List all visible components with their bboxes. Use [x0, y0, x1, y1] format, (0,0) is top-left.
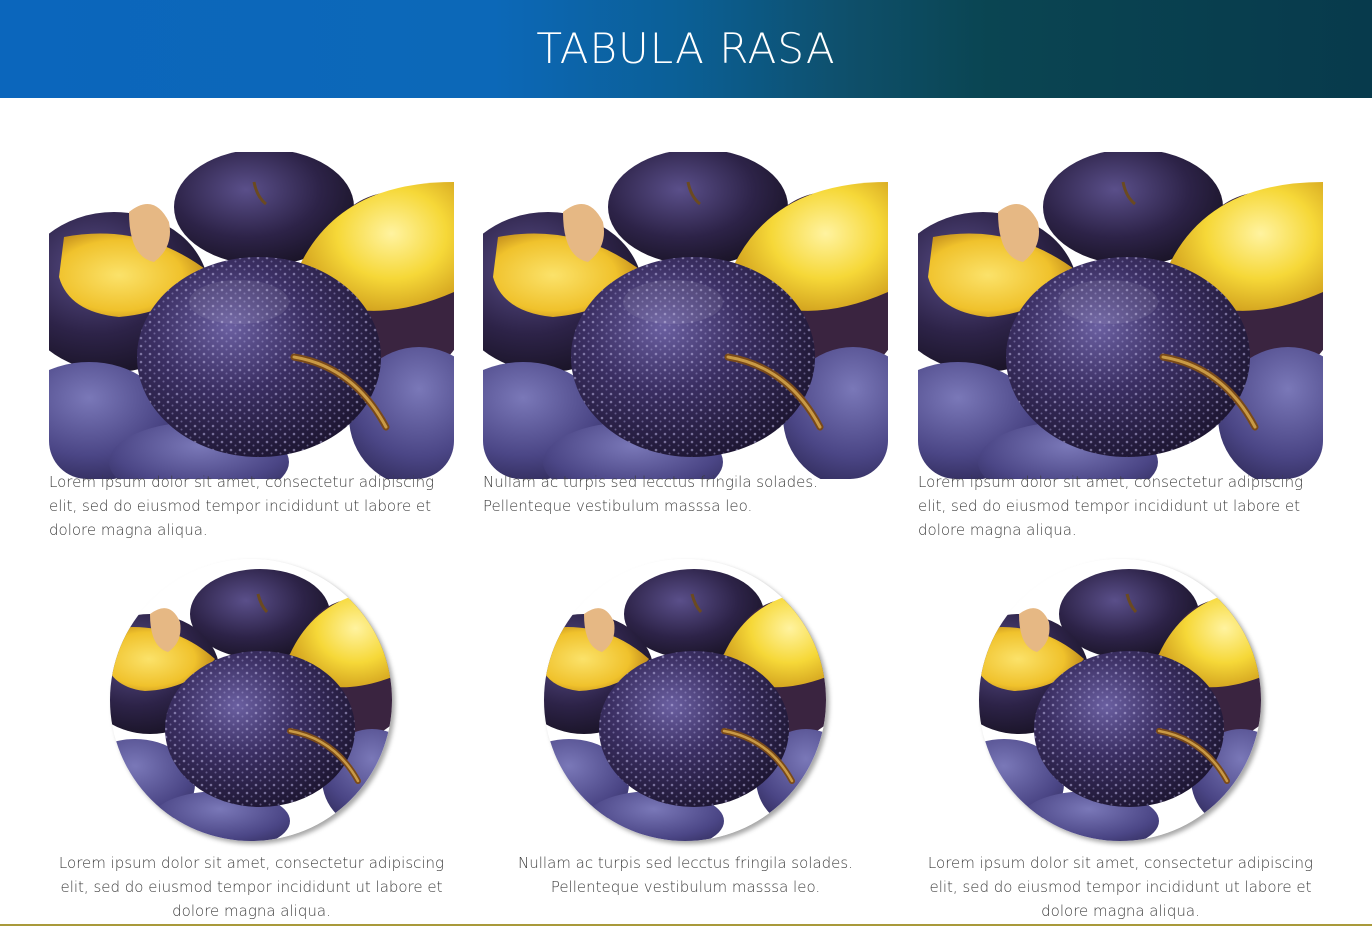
plums-image — [49, 152, 454, 479]
plums-image — [483, 152, 888, 479]
site-title: TABULA RASA — [536, 23, 836, 73]
plums-photo-icon — [110, 559, 392, 841]
plums-image — [918, 152, 1323, 479]
plums-image-round — [979, 559, 1261, 841]
plums-photo-icon — [49, 152, 454, 479]
card-top-2: Nullam ac turpis sed lecctus fringila so… — [483, 152, 888, 552]
card-description: Nullam ac turpis sed lecctus fringila so… — [518, 854, 853, 896]
card-bottom-1: Lorem ipsum dolor sit amet, consectetur … — [49, 559, 454, 924]
card-bottom-3: Lorem ipsum dolor sit amet, consectetur … — [918, 559, 1323, 924]
card-description: Lorem ipsum dolor sit amet, consectetur … — [49, 473, 435, 539]
card-description: Nullam ac turpis sed lecctus fringila so… — [483, 473, 818, 515]
card-description: Lorem ipsum dolor sit amet, consectetur … — [918, 473, 1304, 539]
plums-photo-icon — [483, 152, 888, 479]
card-top-1: Lorem ipsum dolor sit amet, consectetur … — [49, 152, 454, 552]
plums-image-round — [544, 559, 826, 841]
card-description: Lorem ipsum dolor sit amet, consectetur … — [58, 854, 445, 920]
plums-photo-icon — [918, 152, 1323, 479]
card-top-3: Lorem ipsum dolor sit amet, consectetur … — [918, 152, 1323, 552]
plums-image-round — [110, 559, 392, 841]
card-description: Lorem ipsum dolor sit amet, consectetur … — [927, 854, 1314, 920]
plums-photo-icon — [979, 559, 1261, 841]
page: TABULA RASA Lorem ipsum dolor sit amet, … — [0, 0, 1372, 926]
card-bottom-2: Nullam ac turpis sed lecctus fringila so… — [483, 559, 888, 924]
site-header: TABULA RASA — [0, 0, 1372, 98]
plums-photo-icon — [544, 559, 826, 841]
